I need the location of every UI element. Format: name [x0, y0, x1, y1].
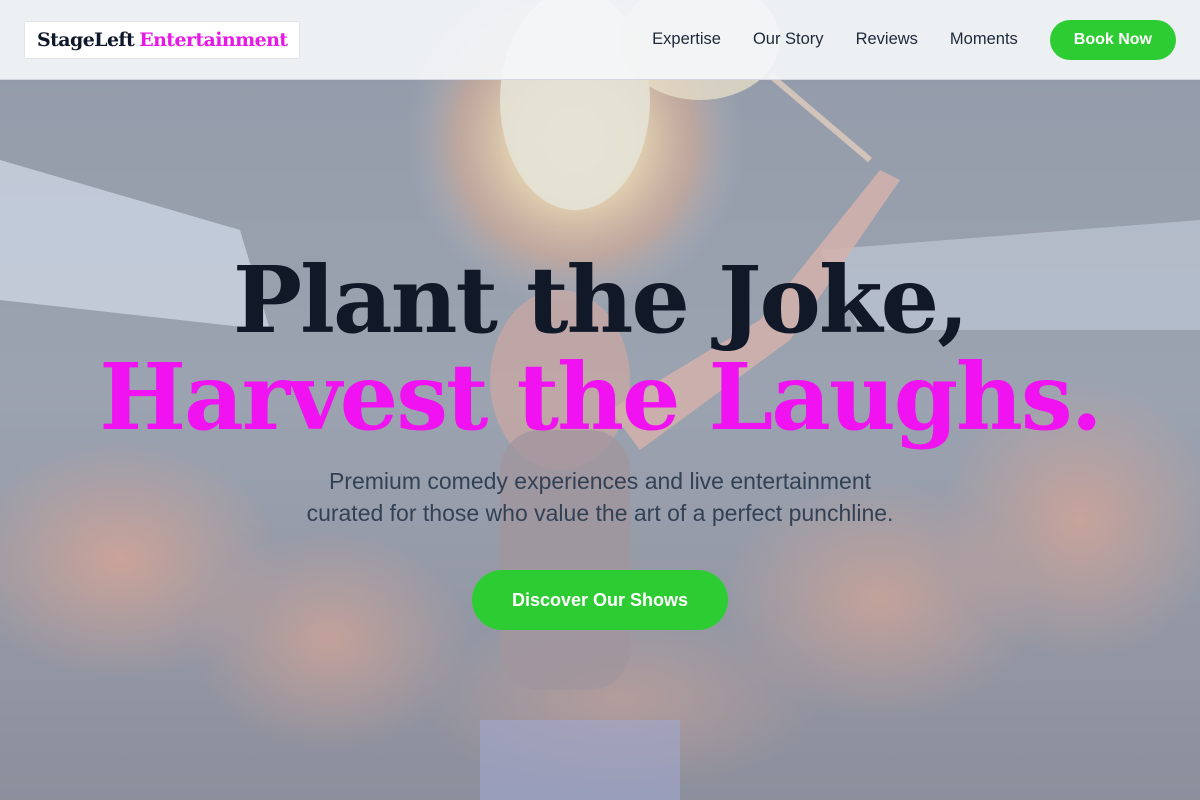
- nav-link-moments[interactable]: Moments: [950, 30, 1018, 49]
- hero-subtitle: Premium comedy experiences and live ente…: [0, 465, 1200, 529]
- nav-link-expertise[interactable]: Expertise: [652, 30, 721, 49]
- brand-name-part2: Entertainment: [139, 28, 288, 51]
- nav-link-our-story[interactable]: Our Story: [753, 30, 824, 49]
- hero-subtitle-line2: curated for those who value the art of a…: [306, 500, 894, 526]
- hero-headline-line1: Plant the Joke,: [232, 246, 969, 354]
- hero-section: Plant the Joke, Harvest the Laughs. Prem…: [0, 0, 1200, 800]
- hero-headline-line2: Harvest the Laughs.: [99, 343, 1103, 451]
- brand-logo[interactable]: StageLeft Entertainment: [24, 20, 301, 59]
- hero-subtitle-line1: Premium comedy experiences and live ente…: [328, 468, 872, 494]
- nav-link-reviews[interactable]: Reviews: [856, 30, 918, 49]
- brand-name-part1: StageLeft: [37, 28, 135, 51]
- discover-shows-button[interactable]: Discover Our Shows: [472, 570, 728, 630]
- main-nav: Expertise Our Story Reviews Moments Book…: [652, 19, 1176, 60]
- site-header: StageLeft Entertainment Expertise Our St…: [0, 0, 1200, 80]
- book-now-button[interactable]: Book Now: [1049, 19, 1176, 60]
